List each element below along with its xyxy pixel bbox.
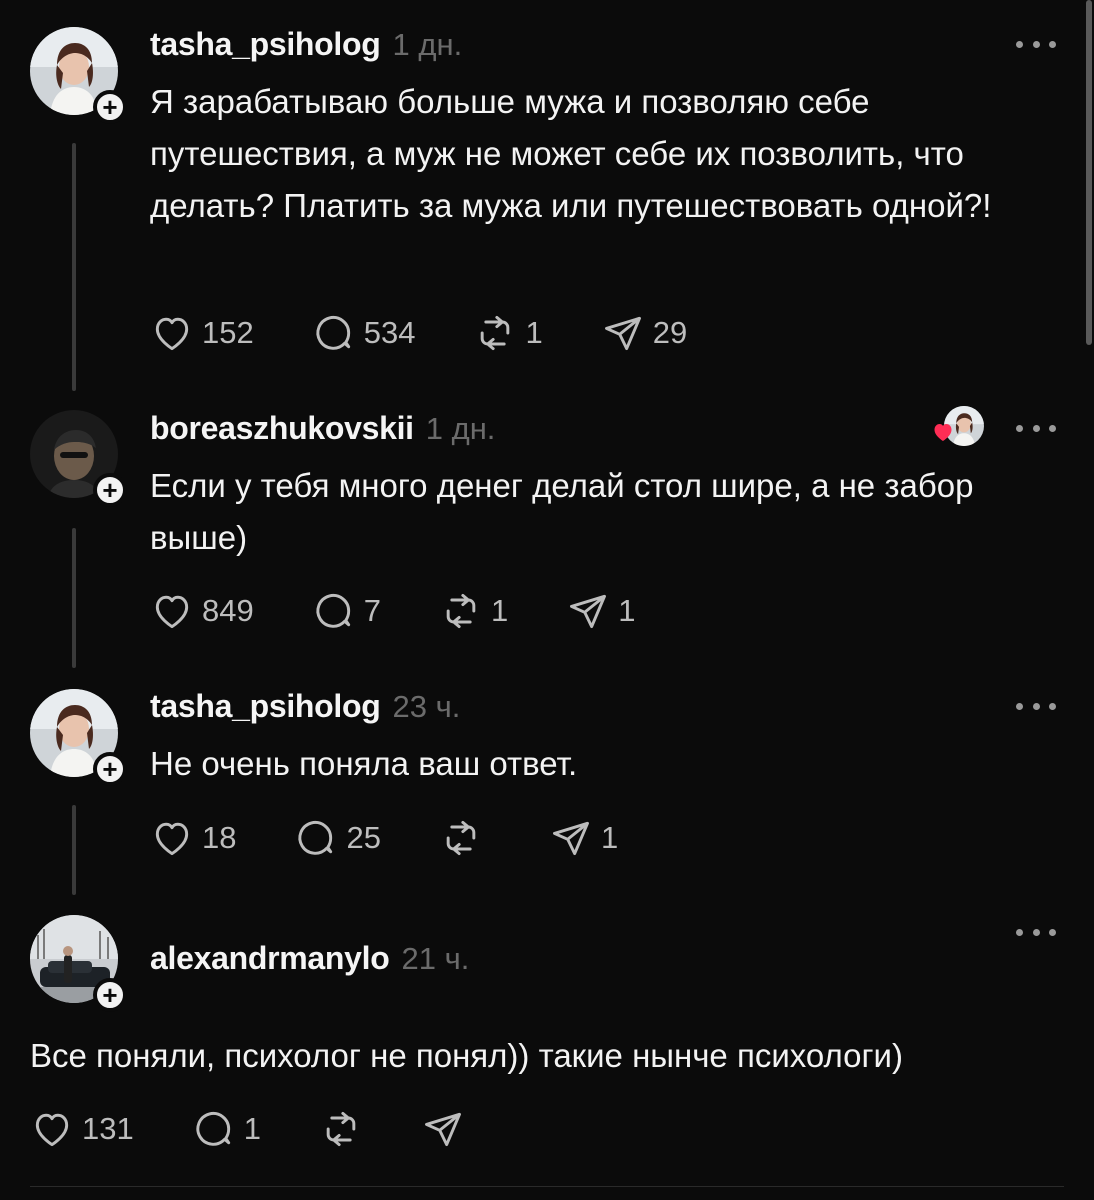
- post-actions: 152 534 1 29: [150, 311, 745, 355]
- comment-count: 534: [363, 315, 416, 350]
- like-button[interactable]: 131: [30, 1107, 134, 1151]
- post-header: alexandrmanylo 21 ч.: [150, 940, 469, 977]
- timestamp: 21 ч.: [401, 941, 470, 976]
- like-count: 849: [202, 593, 254, 628]
- like-count: 131: [82, 1111, 134, 1146]
- heart-icon: [150, 589, 194, 633]
- repost-button[interactable]: 1: [473, 311, 543, 355]
- heart-icon: [150, 311, 194, 355]
- comment-count: 25: [346, 820, 381, 855]
- comment-count: 7: [363, 593, 381, 628]
- comment-button[interactable]: 534: [312, 311, 416, 355]
- share-count: 29: [652, 315, 688, 350]
- repost-icon: [473, 311, 517, 355]
- more-options-icon[interactable]: [1016, 418, 1056, 438]
- thread-line: [72, 805, 76, 895]
- share-count: 1: [600, 820, 619, 855]
- comment-icon: [192, 1107, 236, 1151]
- timestamp: 1 дн.: [392, 27, 463, 62]
- more-options-icon[interactable]: [1016, 922, 1056, 942]
- post-text: Если у тебя много денег делай стол шире,…: [150, 467, 974, 556]
- avatar[interactable]: +: [30, 410, 127, 507]
- share-icon: [601, 311, 645, 355]
- comment-button[interactable]: 7: [312, 589, 381, 633]
- repost-icon: [439, 816, 483, 860]
- post-text: Не очень поняла ваш ответ.: [150, 745, 578, 782]
- like-button[interactable]: 152: [150, 311, 254, 355]
- share-icon: [421, 1107, 465, 1151]
- share-icon: [549, 816, 593, 860]
- heart-icon: [30, 1107, 74, 1151]
- like-count: 18: [202, 820, 237, 855]
- more-options-icon[interactable]: [1016, 34, 1056, 54]
- share-button[interactable]: [421, 1107, 465, 1151]
- follow-plus-icon[interactable]: +: [93, 473, 127, 507]
- thread-line: [72, 143, 76, 391]
- post-actions: 131 1: [30, 1107, 523, 1151]
- liked-heart-icon: [934, 424, 952, 441]
- avatar[interactable]: +: [30, 915, 127, 1012]
- share-count: 1: [618, 593, 636, 628]
- timestamp: 1 дн.: [425, 411, 496, 446]
- username[interactable]: tasha_psiholog: [150, 26, 381, 63]
- more-options-icon[interactable]: [1016, 696, 1056, 716]
- post-header: tasha_psiholog 23 ч.: [150, 688, 460, 725]
- post-actions: 18 25 1: [150, 816, 676, 860]
- post-text: Я зарабатываю больше мужа и позволяю себ…: [150, 83, 992, 224]
- username[interactable]: tasha_psiholog: [150, 688, 381, 725]
- share-button[interactable]: 1: [566, 589, 635, 633]
- post-actions: 849 7 1 1: [150, 589, 693, 633]
- comment-count: 1: [243, 1111, 261, 1146]
- avatar[interactable]: +: [30, 27, 127, 124]
- follow-plus-icon[interactable]: +: [93, 90, 127, 124]
- comment-icon: [312, 589, 356, 633]
- comment-button[interactable]: 25: [294, 816, 381, 860]
- repost-icon: [319, 1107, 363, 1151]
- follow-plus-icon[interactable]: +: [93, 978, 127, 1012]
- username[interactable]: alexandrmanylo: [150, 940, 390, 977]
- like-button[interactable]: 849: [150, 589, 254, 633]
- repost-button[interactable]: 1: [439, 589, 508, 633]
- post-header: tasha_psiholog 1 дн.: [150, 26, 462, 63]
- post-text: Все поняли, психолог не понял)) такие ны…: [30, 1037, 903, 1074]
- share-button[interactable]: 29: [601, 311, 687, 355]
- post-header: boreaszhukovskii 1 дн.: [150, 410, 495, 447]
- comment-icon: [312, 311, 356, 355]
- comment-button[interactable]: 1: [192, 1107, 261, 1151]
- thread-line: [72, 528, 76, 668]
- divider: [30, 1186, 1064, 1187]
- share-icon: [566, 589, 610, 633]
- follow-plus-icon[interactable]: +: [93, 752, 127, 786]
- liked-by-author: [934, 406, 984, 446]
- repost-icon: [439, 589, 483, 633]
- comment-icon: [294, 816, 338, 860]
- timestamp: 23 ч.: [392, 689, 461, 724]
- repost-button[interactable]: [319, 1107, 363, 1151]
- repost-count: 1: [490, 593, 509, 628]
- repost-button[interactable]: [439, 816, 491, 860]
- repost-count: 1: [525, 315, 543, 350]
- like-count: 152: [202, 315, 254, 350]
- share-button[interactable]: 1: [549, 816, 618, 860]
- scrollbar[interactable]: [1086, 0, 1092, 345]
- heart-icon: [150, 816, 194, 860]
- like-button[interactable]: 18: [150, 816, 236, 860]
- avatar[interactable]: +: [30, 689, 127, 786]
- username[interactable]: boreaszhukovskii: [150, 410, 414, 447]
